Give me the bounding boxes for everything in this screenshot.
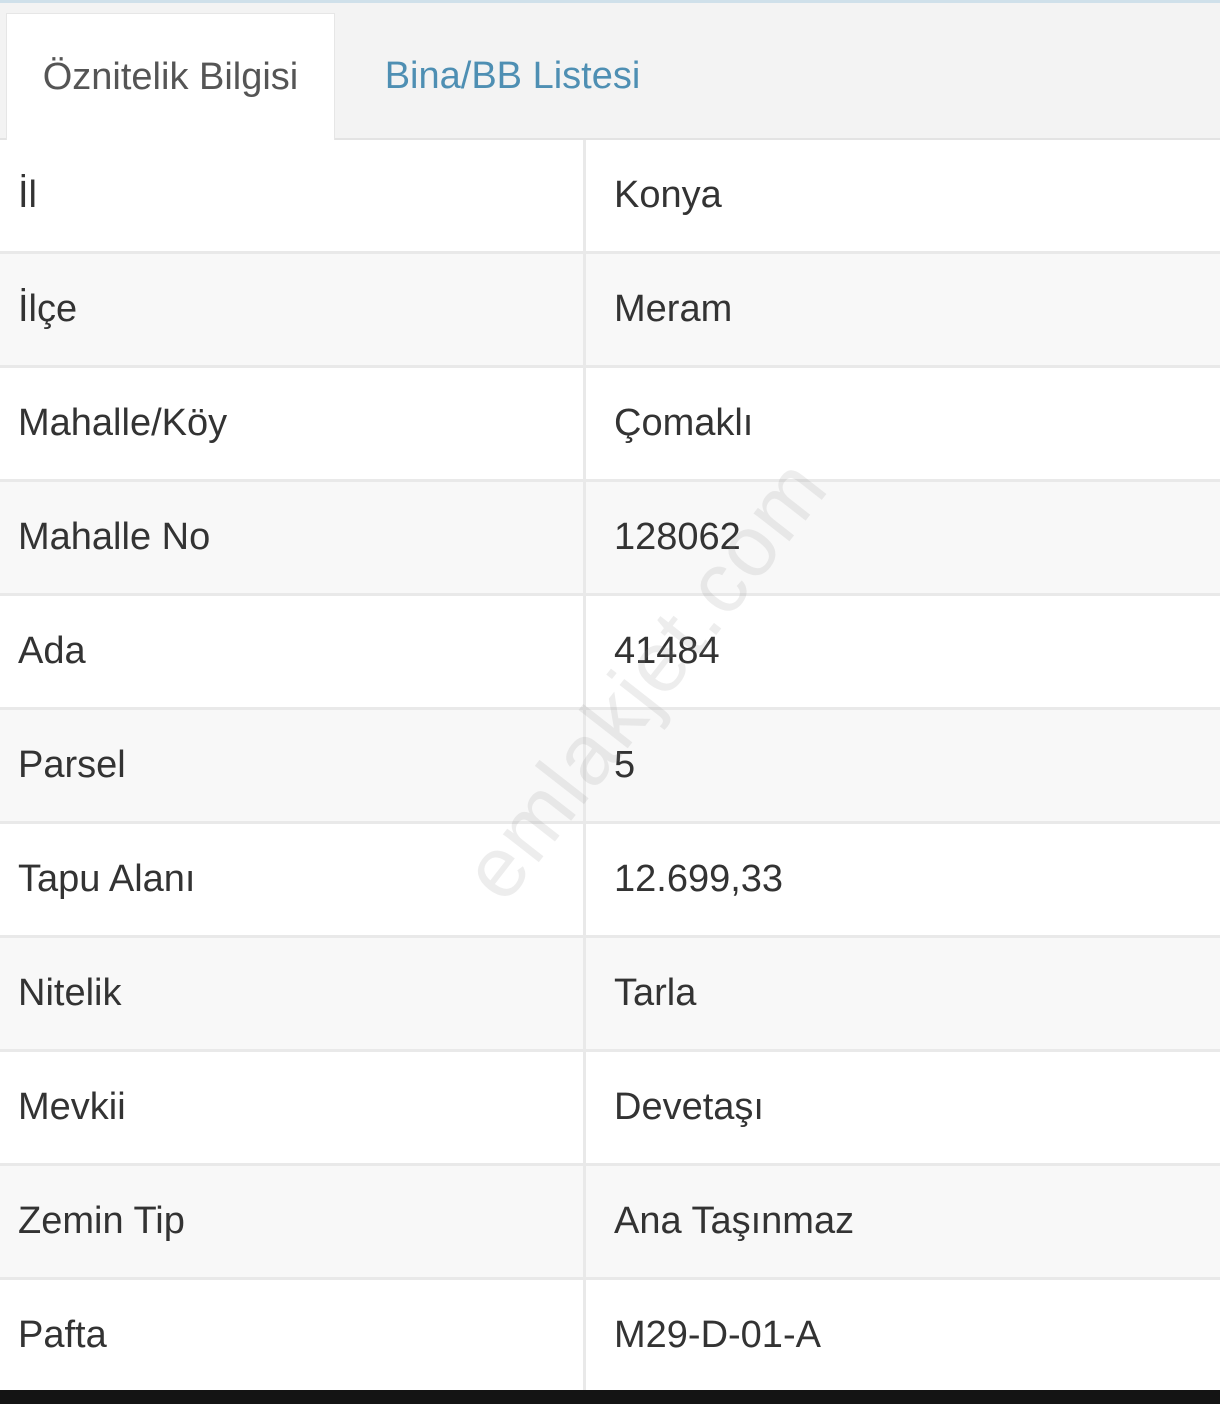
row-key-parsel: Parsel xyxy=(0,710,586,821)
table-row: İlçe Meram xyxy=(0,254,1220,368)
table-row: Mahalle/Köy Çomaklı xyxy=(0,368,1220,482)
row-value-parsel: 5 xyxy=(614,744,636,786)
table-row: Tapu Alanı 12.699,33 xyxy=(0,824,1220,938)
row-key-il: İl xyxy=(0,140,586,251)
table-row: Pafta M29-D-01-A xyxy=(0,1280,1220,1390)
row-value-mevkii: Devetaşı xyxy=(614,1086,764,1128)
row-value-mahalle-koy: Çomaklı xyxy=(614,402,754,444)
table-row: Mahalle No 128062 xyxy=(0,482,1220,596)
row-value-tapu-alani: 12.699,33 xyxy=(614,858,784,900)
tab-oznitelik-bilgisi[interactable]: Öznitelik Bilgisi xyxy=(6,13,335,140)
attribute-table: İl Konya İlçe Meram Mahalle/Köy Çomaklı … xyxy=(0,140,1220,1390)
row-key-ada: Ada xyxy=(0,596,586,707)
row-key-mahalle-no: Mahalle No xyxy=(0,482,586,593)
table-row: İl Konya xyxy=(0,140,1220,254)
row-value-ada: 41484 xyxy=(614,630,720,672)
table-row: Mevkii Devetaşı xyxy=(0,1052,1220,1166)
row-key-ilce: İlçe xyxy=(0,254,586,365)
row-value-ilce: Meram xyxy=(614,288,733,330)
table-row: Parsel 5 xyxy=(0,710,1220,824)
row-value-il: Konya xyxy=(614,174,722,216)
row-key-zemin-tip: Zemin Tip xyxy=(0,1166,586,1277)
row-key-nitelik: Nitelik xyxy=(0,938,586,1049)
row-value-mahalle-no: 128062 xyxy=(614,516,741,558)
bottom-bar xyxy=(0,1390,1220,1404)
parcel-info-screen: Öznitelik Bilgisi Bina/BB Listesi İl Kon… xyxy=(0,0,1220,1390)
tab-bar: Öznitelik Bilgisi Bina/BB Listesi xyxy=(0,3,1220,140)
row-key-mahalle-koy: Mahalle/Köy xyxy=(0,368,586,479)
row-key-pafta: Pafta xyxy=(0,1280,586,1390)
table-row: Zemin Tip Ana Taşınmaz xyxy=(0,1166,1220,1280)
row-key-mevkii: Mevkii xyxy=(0,1052,586,1163)
table-row: Ada 41484 xyxy=(0,596,1220,710)
tab-bina-bb-listesi[interactable]: Bina/BB Listesi xyxy=(335,13,690,140)
row-key-tapu-alani: Tapu Alanı xyxy=(0,824,586,935)
row-value-nitelik: Tarla xyxy=(614,972,697,1014)
row-value-pafta: M29-D-01-A xyxy=(614,1314,821,1356)
row-value-zemin-tip: Ana Taşınmaz xyxy=(614,1200,855,1242)
table-row: Nitelik Tarla xyxy=(0,938,1220,1052)
